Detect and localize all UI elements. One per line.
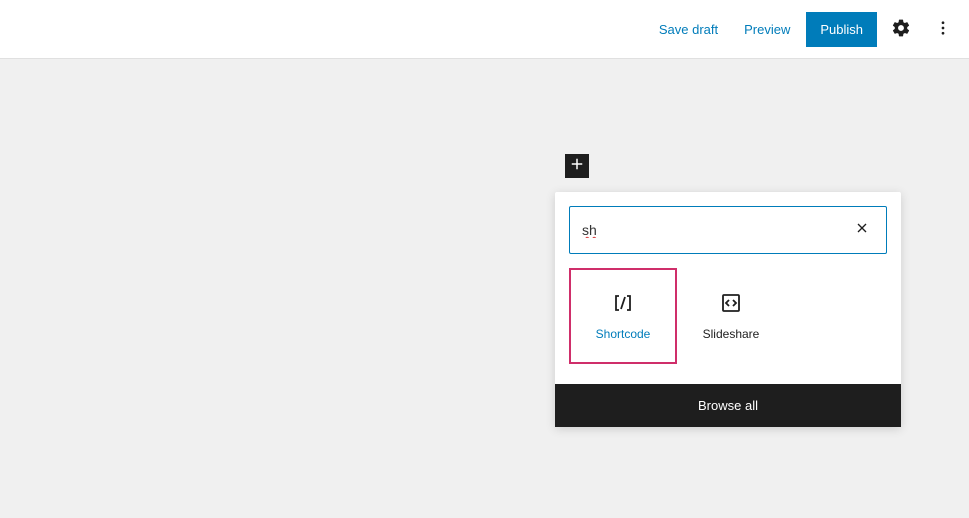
publish-button[interactable]: Publish	[806, 12, 877, 47]
browse-all-button[interactable]: Browse all	[555, 384, 901, 427]
shortcode-icon	[611, 291, 635, 315]
kebab-icon	[934, 19, 952, 40]
search-box	[569, 206, 887, 254]
more-options-button[interactable]	[925, 11, 961, 47]
block-inserter-panel: Shortcode Slideshare Browse all	[555, 192, 901, 427]
block-search-input[interactable]	[582, 222, 850, 238]
block-label: Shortcode	[596, 327, 651, 341]
preview-button[interactable]: Preview	[734, 14, 800, 45]
block-item-shortcode[interactable]: Shortcode	[569, 268, 677, 364]
add-block-button[interactable]	[565, 154, 589, 178]
embed-icon	[719, 291, 743, 315]
gear-icon	[891, 18, 911, 41]
block-label: Slideshare	[703, 327, 760, 341]
close-icon	[854, 220, 870, 240]
block-item-slideshare[interactable]: Slideshare	[677, 268, 785, 364]
search-wrapper	[555, 192, 901, 268]
editor-top-bar: Save draft Preview Publish	[0, 0, 969, 59]
plus-icon	[568, 155, 586, 177]
save-draft-button[interactable]: Save draft	[649, 14, 728, 45]
clear-search-button[interactable]	[850, 216, 874, 245]
blocks-grid: Shortcode Slideshare	[555, 268, 901, 384]
settings-button[interactable]	[883, 11, 919, 47]
